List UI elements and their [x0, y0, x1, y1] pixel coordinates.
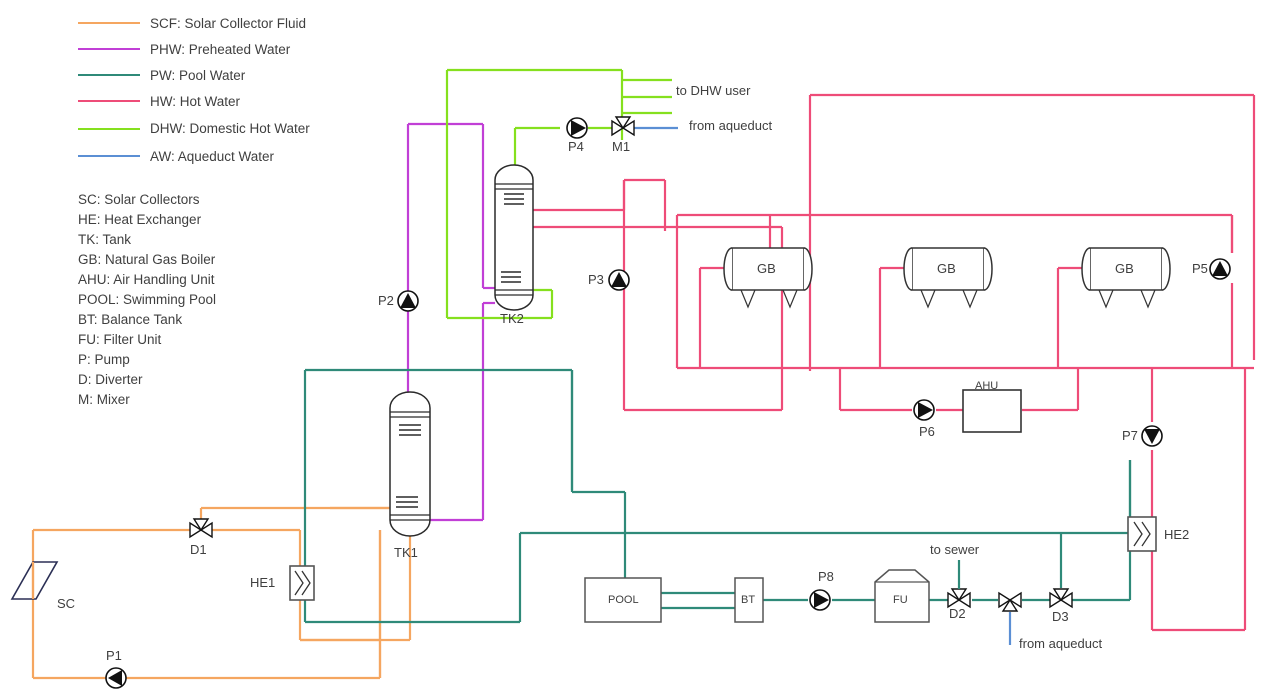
abbr-pool: POOL: Swimming Pool [78, 292, 217, 307]
pump-p7-symbol [1141, 425, 1163, 447]
label-he1: HE1 [250, 575, 276, 590]
valve-d3-symbol [1049, 588, 1073, 609]
tank-2-symbol [494, 164, 534, 311]
aw-pipe-network [634, 126, 1012, 645]
label-m1: M1 [612, 139, 631, 154]
legend-item-dhw: DHW: Domestic Hot Water [78, 114, 408, 143]
abbr-bt: BT: Balance Tank [78, 312, 183, 327]
legend-label-aw: AW: Aqueduct Water [150, 148, 275, 164]
label-p2: P2 [378, 293, 394, 308]
label-p7: P7 [1122, 428, 1138, 443]
legend-item-hw: HW: Hot Water [78, 88, 408, 114]
label-d3: D3 [1052, 609, 1069, 624]
annotation-from-aqueduct-bottom: from aqueduct [1019, 636, 1103, 651]
label-p1: P1 [106, 648, 122, 663]
pump-p8-symbol [809, 589, 831, 611]
abbr-he: HE: Heat Exchanger [78, 212, 202, 227]
legend-label-hw: HW: Hot Water [150, 93, 241, 109]
abbreviation-list: SC: Solar Collectors HE: Heat Exchanger … [78, 190, 338, 410]
label-bt: BT [741, 594, 756, 606]
legend-swatch-dhw [78, 127, 140, 130]
pump-p2-symbol [397, 290, 419, 312]
gas-boiler-2-symbol [903, 247, 993, 309]
label-p8: P8 [818, 569, 834, 584]
legend: SCF: Solar Collector Fluid PHW: Preheate… [78, 10, 408, 169]
annotation-to-dhw-user: to DHW user [676, 83, 751, 98]
legend-label-pw: PW: Pool Water [150, 67, 246, 83]
abbr-d: D: Diverter [78, 372, 143, 387]
abbr-tk: TK: Tank [78, 232, 132, 247]
label-gb-2: GB [937, 261, 956, 276]
pump-p1-symbol [105, 667, 127, 689]
legend-label-dhw: DHW: Domestic Hot Water [150, 121, 310, 136]
valve-d1-symbol [189, 518, 213, 539]
annotation-to-sewer: to sewer [930, 542, 980, 557]
abbr-fu: FU: Filter Unit [78, 332, 162, 347]
legend-label-phw: PHW: Preheated Water [150, 41, 291, 57]
dhw-pipe-network [445, 68, 672, 320]
label-p6: P6 [919, 424, 935, 439]
gas-boiler-1-symbol [723, 247, 813, 309]
legend-swatch-hw [78, 100, 140, 102]
label-p4: P4 [568, 139, 584, 154]
label-pool: POOL [608, 594, 639, 606]
valve-d2-symbol [947, 588, 971, 609]
pump-p5-symbol [1209, 258, 1231, 280]
heat-exchanger-1-symbol [289, 565, 315, 601]
abbr-p: P: Pump [78, 352, 130, 367]
label-tk2: TK2 [500, 311, 524, 326]
pump-p4-symbol [566, 117, 588, 139]
gas-boiler-3-symbol [1081, 247, 1171, 309]
legend-item-phw: PHW: Preheated Water [78, 36, 408, 62]
solar-collector-symbol [10, 561, 59, 600]
ahu-symbol [962, 389, 1022, 433]
valve-aqueduct-inlet-symbol [998, 591, 1022, 612]
label-ahu: AHU [975, 380, 999, 392]
schematic-diagram: SCF: Solar Collector Fluid PHW: Preheate… [0, 0, 1263, 698]
pump-p3-symbol [608, 269, 630, 291]
legend-label-scf: SCF: Solar Collector Fluid [150, 15, 307, 31]
legend-swatch-aw [78, 155, 140, 157]
label-p5: P5 [1192, 261, 1208, 276]
legend-swatch-scf [78, 22, 140, 24]
legend-swatch-phw [78, 48, 140, 50]
heat-exchanger-2-symbol [1127, 516, 1157, 552]
legend-item-pw: PW: Pool Water [78, 62, 408, 88]
abbr-ahu: AHU: Air Handling Unit [78, 272, 215, 287]
label-he2: HE2 [1164, 527, 1190, 542]
label-sc: SC [57, 596, 76, 611]
legend-item-scf: SCF: Solar Collector Fluid [78, 10, 408, 36]
label-d1: D1 [190, 542, 207, 557]
label-fu: FU [893, 594, 908, 606]
abbr-sc: SC: Solar Collectors [78, 192, 200, 207]
label-p3: P3 [588, 272, 604, 287]
label-tk1: TK1 [394, 545, 418, 560]
abbr-gb: GB: Natural Gas Boiler [78, 252, 216, 267]
abbr-m: M: Mixer [78, 392, 130, 407]
label-gb-3: GB [1115, 261, 1134, 276]
annotation-from-aqueduct-top: from aqueduct [689, 118, 773, 133]
label-gb-1: GB [757, 261, 776, 276]
label-d2: D2 [949, 606, 966, 621]
legend-item-aw: AW: Aqueduct Water [78, 143, 408, 169]
pump-p6-symbol [913, 399, 935, 421]
legend-swatch-pw [78, 74, 140, 76]
tank-1-symbol [389, 391, 431, 537]
scf-pipe-network [31, 506, 412, 680]
